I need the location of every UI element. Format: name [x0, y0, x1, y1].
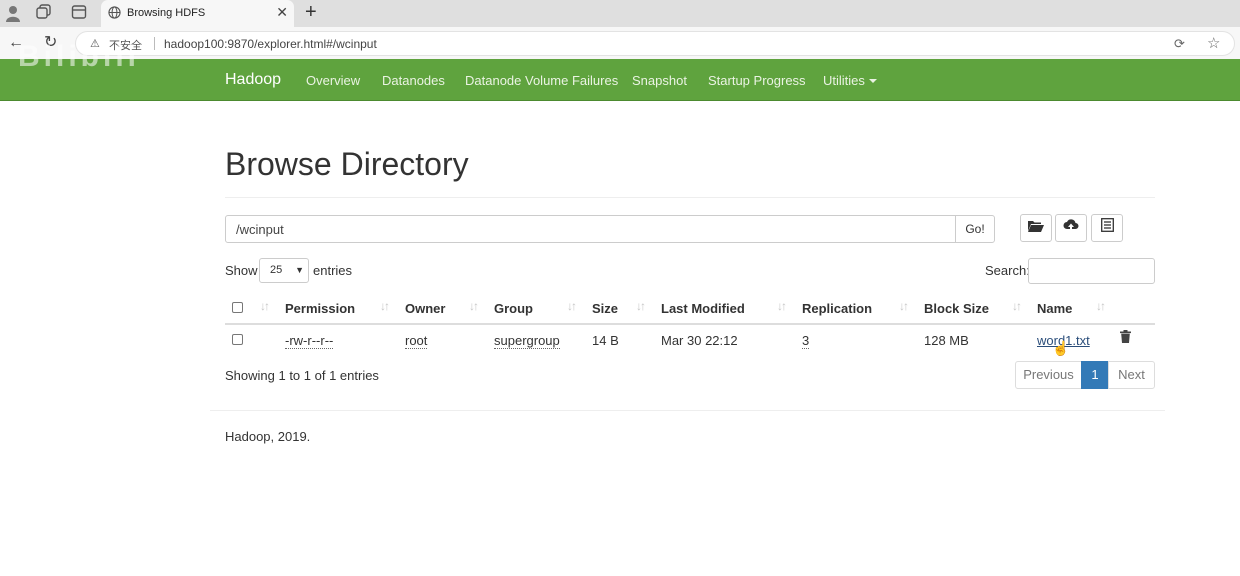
nav-overview[interactable]: Overview [306, 73, 360, 88]
nav-startup-progress[interactable]: Startup Progress [708, 73, 806, 88]
column-block-size[interactable]: Block Size [924, 301, 989, 316]
column-last-modified[interactable]: Last Modified [661, 301, 745, 316]
divider [154, 37, 155, 50]
nav-datanodes[interactable]: Datanodes [382, 73, 445, 88]
sort-last-modified-icon[interactable]: ↓↑ [777, 299, 787, 313]
footer-divider [210, 410, 1165, 411]
show-label: Show [225, 263, 258, 278]
upload-files-button[interactable] [1055, 214, 1087, 242]
sort-replication-icon[interactable]: ↓↑ [899, 299, 909, 313]
select-all-checkbox[interactable] [232, 302, 243, 313]
nav-utilities-label: Utilities [823, 73, 865, 88]
footer-text: Hadoop, 2019. [225, 429, 311, 444]
column-owner[interactable]: Owner [405, 301, 445, 316]
globe-icon [108, 6, 121, 24]
pagination-page-1[interactable]: 1 [1081, 361, 1109, 389]
go-button[interactable]: Go! [955, 215, 995, 243]
column-size[interactable]: Size [592, 301, 618, 316]
folder-open-icon [1028, 220, 1044, 235]
row-checkbox[interactable] [232, 334, 243, 345]
url-text[interactable]: hadoop100:9870/explorer.html#/wcinput [164, 37, 377, 51]
cloud-upload-icon [1063, 219, 1079, 235]
entries-info: Showing 1 to 1 of 1 entries [225, 368, 379, 383]
sort-icon[interactable]: ↓↑ [260, 299, 270, 313]
pagination-next[interactable]: Next [1108, 361, 1155, 389]
create-directory-button[interactable] [1020, 214, 1052, 242]
list-icon [1100, 218, 1114, 235]
column-name[interactable]: Name [1037, 301, 1072, 316]
new-tab-icon[interactable]: + [305, 1, 317, 23]
tab-browsing-hdfs[interactable]: Browsing HDFS ✕ [101, 0, 294, 27]
sort-block-size-icon[interactable]: ↓↑ [1012, 299, 1022, 313]
favorite-star-icon[interactable]: ☆ [1207, 34, 1220, 52]
hand-cursor-icon: ☝ [1052, 340, 1070, 356]
chevron-down-icon: ▼ [295, 265, 304, 275]
block-size-cell: 128 MB [924, 333, 969, 348]
sort-name-icon[interactable]: ↓↑ [1096, 299, 1106, 313]
column-group[interactable]: Group [494, 301, 533, 316]
permission-cell[interactable]: -rw-r--r-- [285, 333, 334, 349]
directory-path-input[interactable] [225, 215, 956, 243]
page-size-value: 25 [270, 264, 283, 276]
column-permission[interactable]: Permission [285, 301, 355, 316]
sort-group-icon[interactable]: ↓↑ [567, 299, 577, 313]
sort-owner-icon[interactable]: ↓↑ [469, 299, 479, 313]
title-divider [225, 197, 1155, 198]
nav-snapshot[interactable]: Snapshot [632, 73, 687, 88]
replication-cell[interactable]: 3 [802, 333, 810, 349]
hadoop-navbar: Hadoop Overview Datanodes Datanode Volum… [0, 59, 1240, 101]
brand-hadoop[interactable]: Hadoop [225, 71, 281, 89]
browser-tab-bar: Browsing HDFS ✕ + [0, 0, 1240, 27]
sort-permission-icon[interactable]: ↓↑ [380, 299, 390, 313]
last-modified-cell: Mar 30 22:12 [661, 333, 738, 348]
watermark-logo: Bilibili [18, 40, 140, 73]
search-input[interactable] [1028, 258, 1155, 284]
collections-icon[interactable] [36, 4, 54, 22]
profile-icon[interactable] [5, 4, 23, 22]
trash-icon[interactable] [1120, 330, 1131, 346]
read-aloud-icon[interactable]: ⟳ [1174, 36, 1185, 52]
page-size-select[interactable]: 25 ▼ [259, 258, 309, 283]
table-header-divider [225, 323, 1155, 325]
entries-label: entries [313, 263, 353, 278]
nav-datanode-volume-failures[interactable]: Datanode Volume Failures [465, 73, 618, 88]
nav-utilities[interactable]: Utilities [823, 73, 877, 88]
page-title: Browse Directory [225, 146, 469, 182]
size-cell: 14 B [592, 333, 619, 348]
pagination-previous[interactable]: Previous [1015, 361, 1082, 389]
tab-title: Browsing HDFS [127, 7, 206, 19]
column-replication[interactable]: Replication [802, 301, 872, 316]
search-label: Search: [985, 263, 1030, 278]
caret-down-icon [868, 79, 877, 83]
owner-cell[interactable]: root [405, 333, 428, 349]
close-tab-icon[interactable]: ✕ [276, 4, 288, 21]
tab-actions-icon[interactable] [71, 4, 89, 22]
group-cell[interactable]: supergroup [494, 333, 560, 349]
address-bar[interactable]: ⚠ 不安全 hadoop100:9870/explorer.html#/wcin… [75, 31, 1235, 56]
cut-paste-button[interactable] [1091, 214, 1123, 242]
sort-size-icon[interactable]: ↓↑ [636, 299, 646, 313]
